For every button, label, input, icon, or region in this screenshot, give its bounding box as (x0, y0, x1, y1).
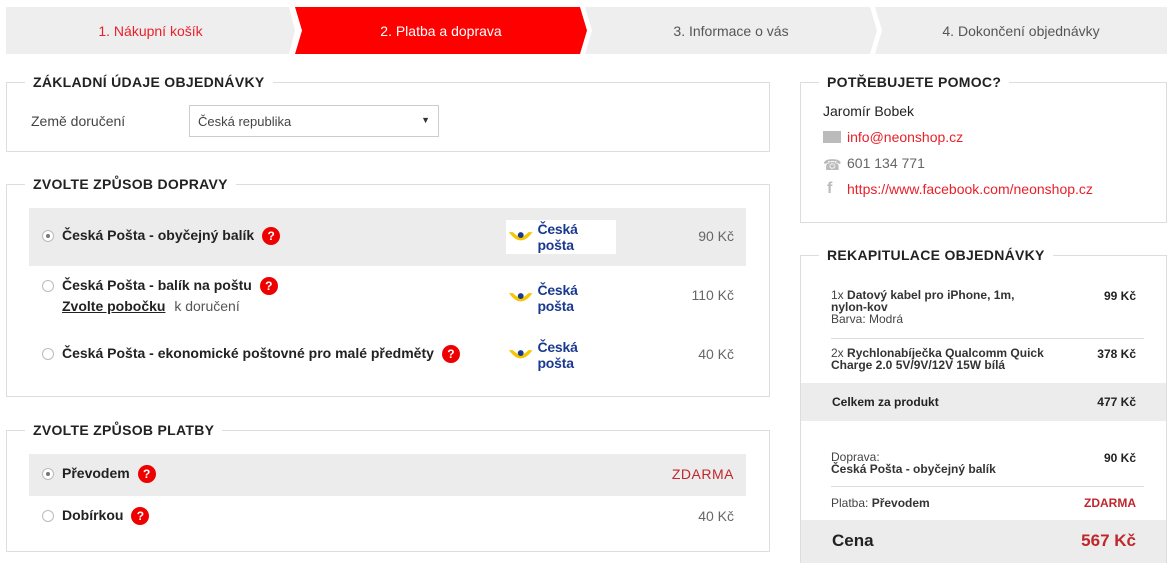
basic-data-title: ZÁKLADNÍ ÚDAJE OBJEDNÁVKY (25, 74, 273, 90)
posthorn-icon (508, 232, 533, 241)
recap-item: 2x Rychlonabíječka Qualcomm Quick Charge… (831, 346, 1044, 372)
shipping-price: 110 Kč (691, 287, 734, 303)
contact-facebook[interactable]: https://www.facebook.com/neonshop.cz (847, 181, 1093, 197)
help-icon[interactable]: ? (137, 465, 156, 484)
choose-branch-link[interactable]: Zvolte pobočku (62, 298, 165, 314)
basic-data-box: ZÁKLADNÍ ÚDAJE OBJEDNÁVKY Země doručení … (6, 74, 770, 152)
payment-option-label: Dobírkou? (62, 507, 150, 526)
recap-item-variant: Barva: Modrá (831, 312, 904, 326)
shipping-option[interactable]: Česká Pošta - balík na poštu? Zvolte pob… (29, 269, 746, 327)
checkout-steps: 1. Nákupní košík 2. Platba a doprava 3. … (6, 7, 1167, 54)
payment-radio[interactable] (42, 510, 54, 522)
recap-box: REKAPITULACE OBJEDNÁVKY 1x Datový kabel … (800, 247, 1167, 563)
recap-item-price: 99 Kč (1103, 289, 1136, 303)
shipping-box: ZVOLTE ZPŮSOB DOPRAVY Česká Pošta - obyč… (6, 176, 770, 397)
shipping-radio[interactable] (42, 280, 54, 292)
step-payment-shipping[interactable]: 2. Platba a doprava (295, 7, 587, 54)
phone-icon: ☎ (823, 157, 842, 174)
shipping-option-label: Česká Pošta - balík na poštu? (62, 277, 278, 296)
shipping-option[interactable]: Česká Pošta - obyčejný balík? Česká pošt… (29, 208, 746, 266)
contact-phone: 601 134 771 (847, 155, 925, 171)
contact-email[interactable]: info@neonshop.cz (847, 129, 963, 145)
recap-shipping: Doprava: Česká Pošta - obyčejný balík (831, 450, 996, 476)
payment-box: ZVOLTE ZPŮSOB PLATBY Převodem? ZDARMA Do… (6, 422, 770, 552)
posthorn-icon (508, 350, 533, 359)
shipping-title: ZVOLTE ZPŮSOB DOPRAVY (25, 176, 236, 192)
posthorn-icon (508, 293, 533, 302)
ceska-posta-logo: Česká pošta (506, 281, 616, 315)
payment-option-label: Převodem? (62, 465, 156, 484)
step-info[interactable]: 3. Informace o vás (585, 7, 877, 54)
contact-name: Jaromír Bobek (823, 103, 915, 119)
envelope-icon (823, 131, 841, 143)
shipping-option-label: Česká Pošta - obyčejný balík? (62, 227, 281, 246)
divider (831, 338, 1144, 339)
ceska-posta-logo: Česká pošta (506, 220, 616, 254)
facebook-icon: f (827, 180, 833, 197)
shipping-price: 40 Kč (698, 346, 734, 362)
country-label: Země doručení (31, 113, 126, 129)
total-value: 567 Kč (1081, 531, 1136, 550)
choose-branch-suffix: k doručení (174, 298, 240, 314)
subtotal-label: Celkem za produkt (832, 395, 939, 409)
payment-title: ZVOLTE ZPŮSOB PLATBY (25, 422, 223, 438)
payment-option[interactable]: Dobírkou? 40 Kč (29, 497, 746, 537)
help-icon[interactable]: ? (441, 345, 460, 364)
recap-item-price: 378 Kč (1097, 347, 1136, 361)
country-select[interactable]: Česká republika ▼ (189, 105, 439, 137)
recap-shipping-price: 90 Kč (1103, 451, 1136, 465)
payment-option[interactable]: Převodem? ZDARMA (29, 454, 746, 496)
shipping-option-label: Česká Pošta - ekonomické poštovné pro ma… (62, 345, 460, 364)
ceska-posta-logo: Česká pošta (506, 338, 616, 372)
choose-branch-row: Zvolte pobočku k doručení (62, 298, 240, 314)
payment-radio[interactable] (42, 468, 54, 480)
help-title: POTŘEBUJETE POMOC? (819, 74, 1010, 90)
shipping-price: 90 Kč (698, 228, 734, 244)
total-row: Cena 567 Kč (801, 520, 1166, 563)
total-label: Cena (832, 531, 874, 550)
country-select-value: Česká republika (198, 113, 292, 129)
recap-item: 1x Datový kabel pro iPhone, 1m, nylon-ko… (831, 288, 1015, 326)
shipping-option[interactable]: Česká Pošta - ekonomické poštovné pro ma… (29, 330, 746, 378)
shipping-radio[interactable] (42, 348, 54, 360)
help-icon[interactable]: ? (131, 507, 150, 526)
step-cart[interactable]: 1. Nákupní košík (6, 7, 295, 54)
payment-price: ZDARMA (671, 466, 734, 482)
step-finish[interactable]: 4. Dokončení objednávky (875, 7, 1167, 54)
recap-payment-price: ZDARMA (1084, 496, 1136, 510)
chevron-down-icon: ▼ (421, 115, 430, 125)
help-icon[interactable]: ? (259, 277, 278, 296)
help-box: POTŘEBUJETE POMOC? Jaromír Bobek info@ne… (800, 74, 1167, 223)
subtotal-row: Celkem za produkt 477 Kč (801, 383, 1166, 421)
recap-title: REKAPITULACE OBJEDNÁVKY (819, 247, 1053, 263)
divider (831, 486, 1144, 487)
help-icon[interactable]: ? (262, 227, 281, 246)
shipping-radio[interactable] (42, 230, 54, 242)
payment-price: 40 Kč (698, 508, 734, 524)
subtotal-value: 477 Kč (1097, 395, 1136, 409)
